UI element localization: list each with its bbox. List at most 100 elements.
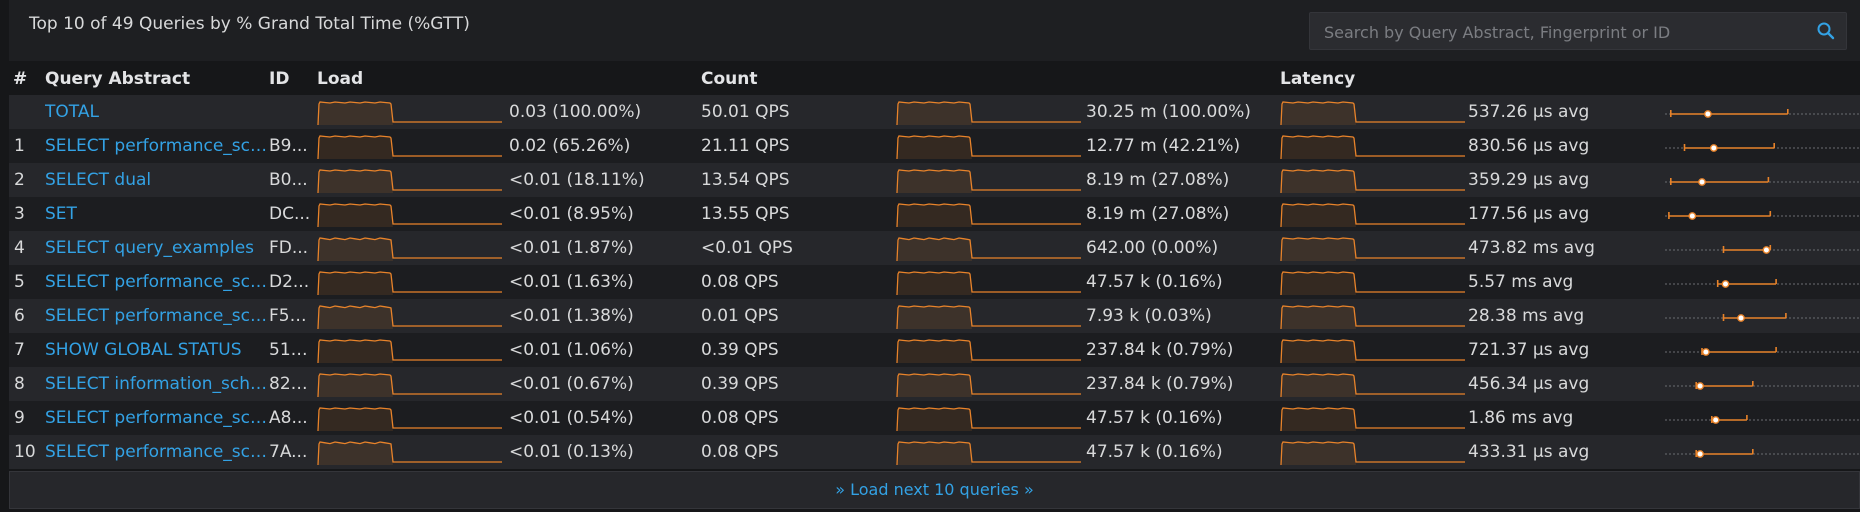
table-row[interactable]: 6 SELECT performance_schemaF59... <0.01 (1… — [9, 299, 1860, 333]
latency-value: 537.26 µs avg — [1468, 102, 1590, 122]
query-abstract-link[interactable]: SHOW GLOBAL STATUS — [45, 333, 267, 367]
search-box[interactable] — [1309, 12, 1847, 51]
query-abstract-link[interactable]: SELECT performance_schema — [45, 129, 267, 163]
latency-value: 721.37 µs avg — [1468, 340, 1590, 360]
query-abstract-link[interactable]: SELECT performance_schema — [45, 435, 267, 469]
column-header-load[interactable]: Load — [317, 69, 363, 89]
query-id: A8... — [269, 408, 308, 428]
table-row[interactable]: 9 SELECT performance_schemaA8... <0.01 (0.… — [9, 401, 1860, 435]
row-number: 7 — [14, 340, 25, 360]
latency-range-chart — [1665, 211, 1860, 220]
latency-range-chart — [1665, 347, 1860, 356]
query-abstract-link[interactable]: SELECT query_examples — [45, 231, 267, 265]
query-table: TOTAL 0.03 (100.00%) 50.01 QPS 30.25 m (100… — [9, 95, 1860, 469]
sparkline — [1280, 305, 1465, 330]
latency-avg-dot — [1737, 314, 1745, 322]
sparkline — [317, 101, 502, 126]
row-number: 5 — [14, 272, 25, 292]
load-value: <0.01 (0.67%) — [509, 374, 634, 394]
latency-avg-dot — [1702, 348, 1710, 356]
latency-value: 830.56 µs avg — [1468, 136, 1590, 156]
latency-range-chart — [1665, 143, 1860, 152]
qps-value: 13.54 QPS — [701, 170, 790, 190]
sparkline — [317, 373, 502, 398]
column-header-num: # — [13, 69, 28, 89]
table-row[interactable]: 2 SELECT dual B0... <0.01 (18.11%) 13.54 QPS… — [9, 163, 1860, 197]
qps-value: <0.01 QPS — [701, 238, 793, 258]
column-header-count[interactable]: Count — [701, 69, 758, 89]
page-title: Top 10 of 49 Queries by % Grand Total Ti… — [29, 14, 470, 34]
latency-avg-dot — [1721, 280, 1730, 288]
latency-avg-dot — [1704, 110, 1712, 118]
column-header-abstract[interactable]: Query Abstract — [45, 69, 190, 89]
table-row[interactable]: 7 SHOW GLOBAL STATUS 518... <0.01 (1.06%) 0.… — [9, 333, 1860, 367]
sparkline — [1280, 441, 1465, 466]
count-value: 30.25 m (100.00%) — [1086, 102, 1251, 122]
row-number: 1 — [14, 136, 25, 156]
row-number: 6 — [14, 306, 25, 326]
query-abstract-link[interactable]: SELECT performance_schema — [45, 299, 267, 333]
qps-value: 50.01 QPS — [701, 102, 790, 122]
row-number: 4 — [14, 238, 25, 258]
search-icon[interactable] — [1816, 21, 1836, 41]
count-value: 642.00 (0.00%) — [1086, 238, 1219, 258]
count-value: 12.77 m (42.21%) — [1086, 136, 1241, 156]
query-abstract-link[interactable]: TOTAL — [45, 95, 267, 129]
latency-range-chart — [1665, 415, 1860, 424]
table-header: # Query Abstract ID Load Count Latency — [9, 64, 1860, 94]
column-header-latency[interactable]: Latency — [1280, 69, 1355, 89]
latency-range-chart — [1665, 245, 1860, 254]
sparkline — [317, 407, 502, 432]
latency-range-chart — [1665, 381, 1860, 390]
sparkline — [896, 373, 1081, 398]
sparkline — [896, 305, 1081, 330]
query-id: 7A... — [269, 442, 308, 462]
latency-value: 28.38 ms avg — [1468, 306, 1585, 326]
count-value: 7.93 k (0.03%) — [1086, 306, 1212, 326]
sparkline — [896, 271, 1081, 296]
table-row[interactable]: 5 SELECT performance_schemaD2... <0.01 (1.… — [9, 265, 1860, 299]
sparkline — [1280, 203, 1465, 228]
sparkline — [896, 407, 1081, 432]
latency-value: 5.57 ms avg — [1468, 272, 1574, 292]
count-value: 47.57 k (0.16%) — [1086, 272, 1223, 292]
count-value: 237.84 k (0.79%) — [1086, 340, 1234, 360]
sparkline — [896, 101, 1081, 126]
query-abstract-link[interactable]: SELECT information_schema — [45, 367, 267, 401]
latency-value: 1.86 ms avg — [1468, 408, 1574, 428]
table-row[interactable]: 4 SELECT query_examples FD... <0.01 (1.87%)… — [9, 231, 1860, 265]
latency-avg-dot — [1688, 212, 1697, 220]
sparkline — [896, 169, 1081, 194]
latency-avg-dot — [1709, 144, 1718, 152]
search-input[interactable] — [1322, 13, 1806, 51]
latency-value: 359.29 µs avg — [1468, 170, 1590, 190]
sparkline — [1280, 237, 1465, 262]
row-number: 3 — [14, 204, 25, 224]
sparkline — [1280, 135, 1465, 160]
row-number: 9 — [14, 408, 25, 428]
load-more-button[interactable]: » Load next 10 queries » — [9, 471, 1860, 509]
table-row[interactable]: TOTAL 0.03 (100.00%) 50.01 QPS 30.25 m (100… — [9, 95, 1860, 129]
query-id: 826... — [269, 374, 315, 394]
sparkline — [896, 237, 1081, 262]
latency-avg-dot — [1696, 450, 1704, 458]
query-abstract-link[interactable]: SELECT performance_schema — [45, 265, 267, 299]
sparkline — [1280, 407, 1465, 432]
query-abstract-link[interactable]: SET — [45, 197, 267, 231]
table-row[interactable]: 8 SELECT information_schema 826... <0.01 (0… — [9, 367, 1860, 401]
load-value: <0.01 (1.87%) — [509, 238, 634, 258]
column-header-id[interactable]: ID — [269, 69, 289, 89]
top-bar: Top 10 of 49 Queries by % Grand Total Ti… — [9, 0, 1860, 61]
count-value: 8.19 m (27.08%) — [1086, 170, 1230, 190]
latency-value: 177.56 µs avg — [1468, 204, 1590, 224]
load-value: <0.01 (1.63%) — [509, 272, 634, 292]
query-abstract-link[interactable]: SELECT performance_schema — [45, 401, 267, 435]
query-id — [269, 95, 315, 129]
latency-avg-dot — [1711, 416, 1720, 424]
table-row[interactable]: 10 SELECT performance_schema7A... <0.01 (0… — [9, 435, 1860, 469]
qps-value: 0.39 QPS — [701, 374, 779, 394]
query-abstract-link[interactable]: SELECT dual — [45, 163, 267, 197]
latency-avg-dot — [1698, 178, 1706, 186]
table-row[interactable]: 1 SELECT performance_schemaB9... 0.02 (65.… — [9, 129, 1860, 163]
table-row[interactable]: 3 SET DC... <0.01 (8.95%) 13.55 QPS 8.19 m (2… — [9, 197, 1860, 231]
